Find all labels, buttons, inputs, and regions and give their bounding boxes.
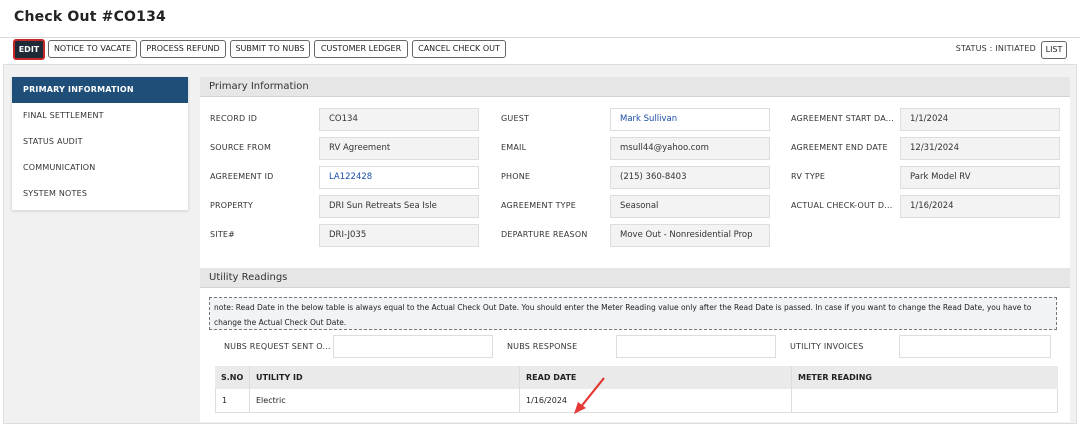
title-bar: Check Out #CO134	[0, 0, 1080, 38]
agreement-start-date-label: AGREEMENT START DA...	[791, 114, 894, 123]
source-from-label: SOURCE FROM	[210, 143, 272, 152]
utility-invoices-label: UTILITY INVOICES	[790, 342, 864, 351]
nubs-request-sent-label: NUBS REQUEST SENT O...	[224, 342, 331, 351]
agreement-end-date-field[interactable]: 12/31/2024	[900, 137, 1060, 160]
sidebar-nav: PRIMARY INFORMATION FINAL SETTLEMENT STA…	[12, 77, 188, 210]
agreement-end-date-label: AGREEMENT END DATE	[791, 143, 888, 152]
record-id-label: RECORD ID	[210, 114, 258, 123]
phone-label: PHONE	[501, 172, 531, 181]
record-id-field[interactable]: CO134	[319, 108, 479, 131]
nubs-response-field[interactable]	[616, 335, 776, 358]
nubs-response-label: NUBS RESPONSE	[507, 342, 578, 351]
agreement-start-date-field[interactable]: 1/1/2024	[900, 108, 1060, 131]
customer-ledger-button[interactable]: CUSTOMER LEDGER	[314, 40, 408, 58]
page-title: Check Out #CO134	[14, 9, 166, 25]
guest-link[interactable]: Mark Sullivan	[610, 108, 770, 131]
guest-label: GUEST	[501, 114, 530, 123]
primary-information-header: Primary Information	[200, 77, 1070, 97]
site-field[interactable]: DRI-J035	[319, 224, 479, 247]
property-field[interactable]: DRI Sun Retreats Sea Isle	[319, 195, 479, 218]
nubs-request-sent-field[interactable]	[333, 335, 493, 358]
agreement-type-field[interactable]: Seasonal	[610, 195, 770, 218]
utility-note: note: Read Date in the below table is al…	[209, 297, 1057, 330]
table-cell-meter-reading[interactable]	[792, 389, 1058, 413]
actual-check-out-date-label: ACTUAL CHECK-OUT D...	[791, 201, 893, 210]
annotation-arrow-icon	[574, 377, 605, 414]
departure-reason-label: DEPARTURE REASON	[501, 230, 588, 239]
email-field[interactable]: msull44@yahoo.com	[610, 137, 770, 160]
column-header-meter-reading: METER READING	[792, 366, 1058, 389]
sidebar-item-system-notes[interactable]: SYSTEM NOTES	[12, 181, 188, 207]
sidebar-item-communication[interactable]: COMMUNICATION	[12, 155, 188, 181]
column-header-utility-id: UTILITY ID	[250, 366, 520, 389]
table-cell-sno: 1	[215, 389, 250, 413]
phone-field[interactable]: (215) 360-8403	[610, 166, 770, 189]
table-cell-read-date: 1/16/2024	[520, 389, 792, 413]
list-button[interactable]: LIST	[1041, 41, 1067, 59]
email-label: EMAIL	[501, 143, 527, 152]
source-from-field[interactable]: RV Agreement	[319, 137, 479, 160]
agreement-type-label: AGREEMENT TYPE	[501, 201, 577, 210]
sidebar-item-status-audit[interactable]: STATUS AUDIT	[12, 129, 188, 155]
status-label: STATUS : INITIATED	[955, 44, 1036, 53]
table-cell-utility-id: Electric	[250, 389, 520, 413]
agreement-id-label: AGREEMENT ID	[210, 172, 274, 181]
content-panel: Primary Information RECORD ID CO134 SOUR…	[200, 77, 1070, 422]
process-refund-button[interactable]: PROCESS REFUND	[140, 40, 226, 58]
action-toolbar: EDIT NOTICE TO VACATE PROCESS REFUND SUB…	[0, 38, 1080, 64]
property-label: PROPERTY	[210, 201, 253, 210]
main-area: PRIMARY INFORMATION FINAL SETTLEMENT STA…	[3, 64, 1077, 424]
site-label: SITE#	[210, 230, 236, 239]
rv-type-label: RV TYPE	[791, 172, 826, 181]
rv-type-field[interactable]: Park Model RV	[900, 166, 1060, 189]
column-header-read-date: READ DATE	[520, 366, 792, 389]
departure-reason-field[interactable]: Move Out - Nonresidential Prop	[610, 224, 770, 247]
sidebar-item-final-settlement[interactable]: FINAL SETTLEMENT	[12, 103, 188, 129]
utility-readings-header: Utility Readings	[200, 268, 1070, 288]
notice-to-vacate-button[interactable]: NOTICE TO VACATE	[48, 40, 137, 58]
sidebar-item-primary-information[interactable]: PRIMARY INFORMATION	[12, 77, 188, 103]
agreement-id-link[interactable]: LA122428	[319, 166, 479, 189]
edit-button[interactable]: EDIT	[13, 39, 45, 60]
submit-to-nubs-button[interactable]: SUBMIT TO NUBS	[230, 40, 310, 58]
column-header-sno: S.NO	[215, 366, 250, 389]
actual-check-out-date-field[interactable]: 1/16/2024	[900, 195, 1060, 218]
cancel-check-out-button[interactable]: CANCEL CHECK OUT	[412, 40, 506, 58]
utility-invoices-field[interactable]	[899, 335, 1051, 358]
